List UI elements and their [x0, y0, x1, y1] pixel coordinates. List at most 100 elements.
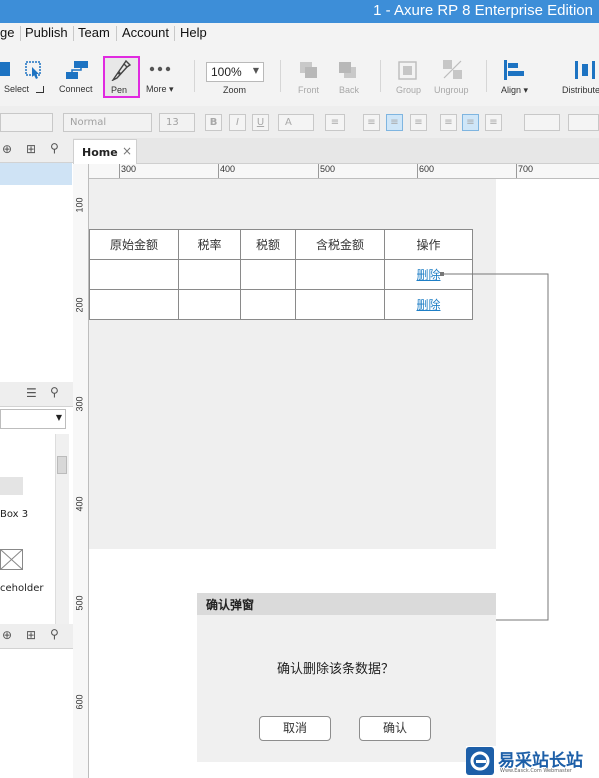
- add-master-icon[interactable]: ⊕: [2, 628, 12, 642]
- scrollbar-thumb[interactable]: [57, 456, 67, 474]
- selected-page-row[interactable]: [0, 163, 72, 185]
- cancel-button[interactable]: 取消: [259, 716, 331, 741]
- table-cell: [178, 289, 241, 320]
- ruler-label: 200: [74, 297, 85, 313]
- tab-home-label: Home: [82, 146, 118, 159]
- image-placeholder-icon[interactable]: [0, 549, 24, 571]
- connect-label[interactable]: Connect: [59, 84, 93, 94]
- more-label[interactable]: More ▾: [146, 84, 174, 95]
- align-right-icon[interactable]: ≡: [410, 114, 427, 131]
- connect-icon[interactable]: [64, 60, 90, 80]
- widget-placeholder-label: ceholder: [0, 583, 44, 594]
- group-icon[interactable]: [397, 60, 419, 82]
- header-tax-rate: 税率: [178, 229, 241, 260]
- bold-button[interactable]: B: [205, 114, 222, 131]
- toolbar-separator: [194, 60, 195, 92]
- widget-box-label: Box 3: [0, 509, 29, 520]
- table-cell: [89, 259, 179, 290]
- table-row: 删除: [89, 289, 473, 320]
- close-icon[interactable]: ×: [122, 144, 132, 158]
- more-icon[interactable]: [148, 65, 172, 73]
- header-action: 操作: [384, 229, 473, 260]
- bullet-list-icon[interactable]: ≡: [325, 114, 345, 131]
- search-icon[interactable]: ⚲: [50, 385, 59, 399]
- group-label[interactable]: Group: [396, 85, 421, 95]
- menu-team[interactable]: Team: [78, 25, 110, 40]
- table-cell: [89, 289, 179, 320]
- add-folder-icon[interactable]: ⊞: [26, 628, 36, 642]
- tab-home[interactable]: Home ×: [73, 139, 137, 164]
- ungroup-icon[interactable]: [441, 58, 465, 82]
- widgets-panel-header: ☰ ⚲: [0, 382, 73, 407]
- menu-icon[interactable]: ☰: [26, 386, 37, 400]
- dialog-body: 确认删除该条数据？ 取消 确认: [197, 615, 496, 762]
- widget-box-preview[interactable]: [0, 477, 23, 495]
- send-back-icon[interactable]: [337, 60, 359, 80]
- align-left-icon[interactable]: ≡: [363, 114, 380, 131]
- data-table: 原始金额 税率 税额 含税金额 操作 删除 删除: [89, 229, 473, 320]
- add-folder-icon[interactable]: ⊞: [26, 142, 36, 156]
- zoom-value: 100%: [211, 65, 242, 79]
- add-page-icon[interactable]: ⊕: [2, 142, 12, 156]
- vertical-ruler: 100 200 300 400 500 600: [73, 164, 89, 778]
- valign-bottom-icon[interactable]: ≡: [485, 114, 502, 131]
- pen-icon: [111, 59, 131, 81]
- menu-help[interactable]: Help: [180, 25, 207, 40]
- table-cell: [295, 259, 385, 290]
- table-row: 删除: [89, 259, 473, 290]
- library-select[interactable]: ▼: [0, 409, 66, 429]
- select-left-icon[interactable]: [0, 60, 12, 78]
- scrollbar[interactable]: [55, 434, 69, 624]
- text-color-label: A: [285, 117, 292, 128]
- delete-link[interactable]: 删除: [416, 268, 440, 282]
- bring-front-icon[interactable]: [298, 60, 320, 80]
- search-icon[interactable]: ⚲: [50, 141, 59, 155]
- distribute-icon[interactable]: [573, 59, 599, 81]
- dialog-title: 确认弹窗: [206, 598, 255, 612]
- header-tax-amount: 税额: [240, 229, 296, 260]
- menu-separator: [116, 26, 117, 41]
- format-field[interactable]: [0, 113, 53, 132]
- toolbar-separator: [486, 60, 487, 92]
- select-label[interactable]: Select: [4, 84, 29, 94]
- style-select[interactable]: Normal: [63, 113, 152, 132]
- watermark: 易采站长站 Www.Easck.Com Webmaster: [466, 746, 599, 778]
- select-dropdown-icon[interactable]: [36, 86, 44, 93]
- delete-link[interactable]: 删除: [416, 298, 440, 312]
- front-label[interactable]: Front: [298, 85, 319, 95]
- left-panel: ⊕ ⊞ ⚲ ☰ ⚲ ▼ Box 3 ceholder ⊕ ⊞ ⚲: [0, 138, 74, 778]
- valign-top-icon[interactable]: ≡: [440, 114, 457, 131]
- underline-button[interactable]: U: [252, 114, 269, 131]
- fill-color-button[interactable]: [524, 114, 560, 131]
- align-center-icon[interactable]: ≡: [386, 114, 403, 131]
- search-icon[interactable]: ⚲: [50, 627, 59, 641]
- table-cell: [295, 289, 385, 320]
- confirm-button[interactable]: 确认: [359, 716, 431, 741]
- connector-line[interactable]: [440, 270, 560, 625]
- pages-panel-header: ⊕ ⊞ ⚲: [0, 138, 73, 163]
- zoom-select[interactable]: 100% ▼: [206, 62, 264, 82]
- menu-page[interactable]: ge: [0, 25, 14, 40]
- align-icon[interactable]: [502, 59, 526, 81]
- ungroup-label[interactable]: Ungroup: [434, 85, 469, 95]
- distribute-label[interactable]: Distribute: [562, 85, 599, 95]
- table-cell: [178, 259, 241, 290]
- align-label[interactable]: Align ▾: [501, 85, 528, 96]
- italic-button[interactable]: I: [229, 114, 246, 131]
- text-color-button[interactable]: A: [278, 114, 314, 131]
- dialog-message: 确认删除该条数据？: [277, 662, 395, 677]
- toolbar-separator: [380, 60, 381, 92]
- zoom-label: Zoom: [223, 85, 247, 95]
- menu-publish[interactable]: Publish: [25, 25, 68, 40]
- masters-panel-header: ⊕ ⊞ ⚲: [0, 624, 73, 649]
- select-icon[interactable]: [24, 60, 44, 80]
- valign-middle-icon[interactable]: ≡: [462, 114, 479, 131]
- ruler-tick: [417, 164, 418, 178]
- horizontal-ruler: 300 400 500 600 700: [88, 164, 599, 179]
- back-label[interactable]: Back: [339, 85, 359, 95]
- menu-account[interactable]: Account: [122, 25, 169, 40]
- ruler-label: 500: [74, 595, 85, 611]
- border-color-button[interactable]: [568, 114, 599, 131]
- font-size-select[interactable]: 13: [159, 113, 195, 132]
- style-value: Normal: [70, 117, 107, 128]
